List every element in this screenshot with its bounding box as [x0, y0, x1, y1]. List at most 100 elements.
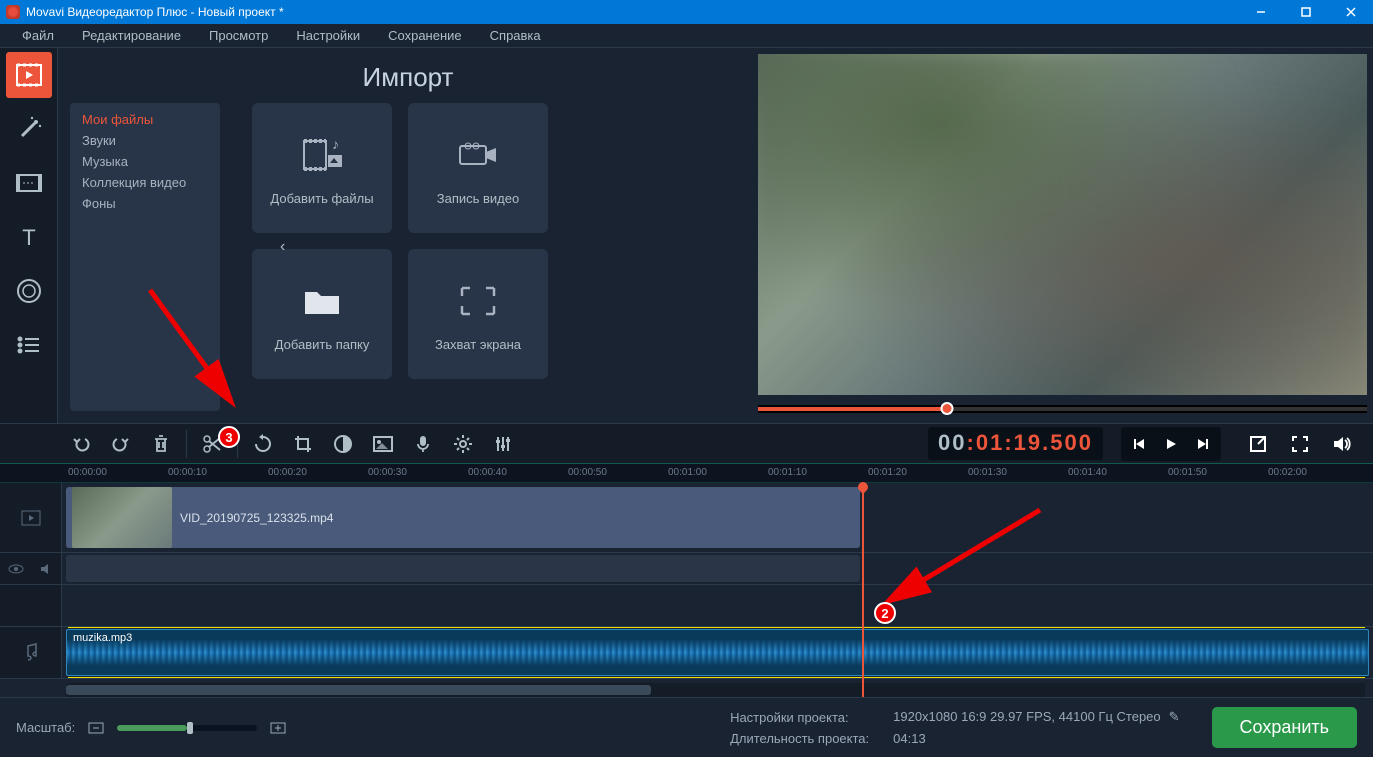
- sidebar-transitions[interactable]: [6, 160, 52, 206]
- capture-icon: [460, 286, 496, 316]
- scrollbar-thumb[interactable]: [66, 685, 651, 695]
- annotation-badge-3: 3: [218, 426, 240, 448]
- titlebar: Movavi Видеоредактор Плюс - Новый проект…: [0, 0, 1373, 24]
- rotate-button[interactable]: [244, 427, 282, 461]
- equalizer-button[interactable]: [484, 427, 522, 461]
- save-button[interactable]: Сохранить: [1212, 707, 1357, 748]
- import-categories: Мои файлы Звуки Музыка Коллекция видео Ф…: [70, 103, 220, 411]
- audio-clip[interactable]: muzika.mp3: [66, 629, 1369, 676]
- sidebar-filters[interactable]: [6, 106, 52, 152]
- volume-button[interactable]: [1323, 427, 1361, 461]
- proj-duration-label: Длительность проекта:: [730, 731, 869, 746]
- ruler-tick: 00:00:50: [568, 467, 607, 478]
- color-button[interactable]: [324, 427, 362, 461]
- prev-button[interactable]: [1124, 430, 1154, 458]
- annotation-badge-2: 2: [874, 602, 896, 624]
- play-icon: [1164, 437, 1178, 451]
- play-button[interactable]: [1156, 430, 1186, 458]
- video-clip[interactable]: VID_20190725_123325.mp4: [66, 487, 860, 548]
- collapse-toggle[interactable]: ‹: [280, 238, 285, 256]
- footer: Масштаб: Настройки проекта: 1920x1080 16…: [0, 697, 1373, 757]
- seek-handle[interactable]: [940, 402, 953, 415]
- fullscreen-button[interactable]: [1281, 427, 1319, 461]
- sidebar-stickers[interactable]: [6, 268, 52, 314]
- preview-video[interactable]: [758, 54, 1367, 395]
- tile-add-files[interactable]: ♪ Добавить файлы: [252, 103, 392, 233]
- undo-icon: [71, 434, 91, 454]
- sidebar-titles[interactable]: T: [6, 214, 52, 260]
- image-button[interactable]: [364, 427, 402, 461]
- minimize-button[interactable]: [1238, 0, 1283, 24]
- ruler-tick: 00:01:50: [1168, 467, 1207, 478]
- cat-backgrounds[interactable]: Фоны: [70, 193, 220, 214]
- list-icon: [17, 336, 41, 354]
- contrast-icon: [333, 434, 353, 454]
- redo-button[interactable]: [102, 427, 140, 461]
- ruler-tick: 00:00:20: [268, 467, 307, 478]
- delete-button[interactable]: [142, 427, 180, 461]
- timeline-scrollbar[interactable]: [66, 683, 1365, 697]
- video-subtrack[interactable]: [0, 553, 1373, 585]
- menu-edit[interactable]: Редактирование: [68, 24, 195, 47]
- next-icon: [1196, 437, 1210, 451]
- menu-settings[interactable]: Настройки: [282, 24, 374, 47]
- ruler-tick: 00:01:40: [1068, 467, 1107, 478]
- ruler-tick: 00:00:30: [368, 467, 407, 478]
- ruler-tick: 00:01:30: [968, 467, 1007, 478]
- zoom-in-icon[interactable]: [269, 721, 287, 735]
- maximize-button[interactable]: [1283, 0, 1328, 24]
- gear-icon: [453, 434, 473, 454]
- menu-view[interactable]: Просмотр: [195, 24, 282, 47]
- import-panel: Импорт Мои файлы Звуки Музыка Коллекция …: [58, 48, 758, 423]
- tile-record-video[interactable]: Запись видео: [408, 103, 548, 233]
- image-icon: [372, 435, 394, 453]
- cat-sounds[interactable]: Звуки: [70, 130, 220, 151]
- tile-screen-capture[interactable]: Захват экрана: [408, 249, 548, 379]
- ruler-tick: 00:00:10: [168, 467, 207, 478]
- crop-button[interactable]: [284, 427, 322, 461]
- eye-icon[interactable]: [8, 563, 24, 575]
- zoom-out-icon[interactable]: [87, 721, 105, 735]
- preview-seekbar[interactable]: [758, 405, 1367, 413]
- mic-button[interactable]: [404, 427, 442, 461]
- speaker-icon[interactable]: [39, 562, 53, 576]
- trash-icon: [152, 434, 170, 454]
- transition-icon: [15, 173, 43, 193]
- menu-save[interactable]: Сохранение: [374, 24, 476, 47]
- zoom-label: Масштаб:: [16, 720, 75, 735]
- cat-music[interactable]: Музыка: [70, 151, 220, 172]
- folder-icon: [303, 286, 341, 316]
- undo-button[interactable]: [62, 427, 100, 461]
- next-button[interactable]: [1188, 430, 1218, 458]
- tile-add-folder-label: Добавить папку: [275, 337, 370, 352]
- timecode-display[interactable]: 00:01:19.500: [928, 427, 1103, 460]
- app-icon: [6, 5, 20, 19]
- playhead-line[interactable]: [862, 483, 864, 697]
- tile-add-folder[interactable]: Добавить папку: [252, 249, 392, 379]
- sticker-icon: [16, 278, 42, 304]
- sidebar: T: [0, 48, 58, 423]
- menu-file[interactable]: Файл: [8, 24, 68, 47]
- cat-video-collection[interactable]: Коллекция видео: [70, 172, 220, 193]
- menubar: Файл Редактирование Просмотр Настройки С…: [0, 24, 1373, 48]
- timeline-ruler[interactable]: 00:00:00 00:00:10 00:00:20 00:00:30 00:0…: [0, 463, 1373, 483]
- linked-audio-clip[interactable]: [66, 555, 860, 582]
- preview-panel: [758, 48, 1373, 423]
- zoom-handle[interactable]: [187, 722, 193, 734]
- audio-track[interactable]: muzika.mp3: [0, 627, 1373, 679]
- popout-button[interactable]: [1239, 427, 1277, 461]
- sidebar-import[interactable]: [6, 52, 52, 98]
- menu-help[interactable]: Справка: [476, 24, 555, 47]
- zoom-slider[interactable]: [117, 725, 257, 731]
- video-track[interactable]: VID_20190725_123325.mp4: [0, 483, 1373, 553]
- svg-text:♪: ♪: [332, 136, 339, 152]
- edit-settings-button[interactable]: ✎: [1169, 709, 1180, 724]
- cat-my-files[interactable]: Мои файлы: [70, 109, 220, 130]
- gear-button[interactable]: [444, 427, 482, 461]
- add-files-icon: ♪: [300, 135, 344, 175]
- spacer-track: [0, 585, 1373, 627]
- close-button[interactable]: [1328, 0, 1373, 24]
- audio-clip-name: muzika.mp3: [73, 632, 132, 644]
- sidebar-more[interactable]: [6, 322, 52, 368]
- magic-wand-icon: [16, 116, 42, 142]
